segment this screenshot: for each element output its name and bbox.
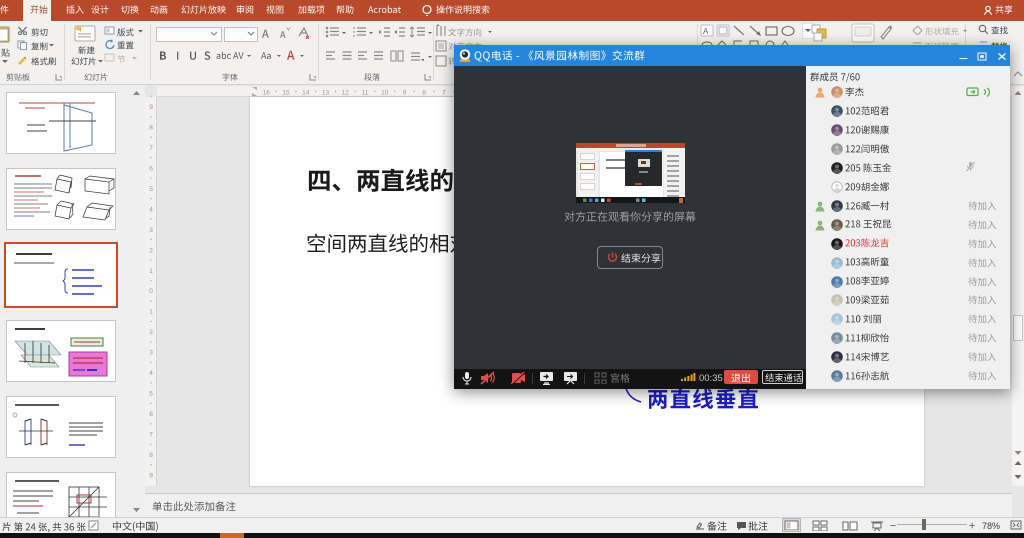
svg-text:7: 7 xyxy=(149,145,153,152)
svg-text:5: 5 xyxy=(149,391,153,398)
svg-text:5: 5 xyxy=(149,186,153,193)
svg-text:9: 9 xyxy=(149,104,153,111)
svg-text:2: 2 xyxy=(149,329,153,336)
svg-text:6: 6 xyxy=(149,165,153,172)
svg-text:4: 4 xyxy=(149,370,153,377)
svg-text:1: 1 xyxy=(149,268,153,275)
svg-text:8: 8 xyxy=(149,452,153,459)
svg-text:3: 3 xyxy=(149,350,153,357)
svg-text:8: 8 xyxy=(149,124,153,131)
svg-text:7: 7 xyxy=(149,432,153,439)
svg-text:6: 6 xyxy=(149,411,153,418)
svg-text:0: 0 xyxy=(149,288,153,295)
svg-text:3: 3 xyxy=(149,227,153,234)
svg-text:4: 4 xyxy=(149,206,153,213)
svg-text:1: 1 xyxy=(149,309,153,316)
svg-text:2: 2 xyxy=(149,247,153,254)
svg-text:A: A xyxy=(703,27,709,36)
svg-text:9: 9 xyxy=(149,472,153,479)
